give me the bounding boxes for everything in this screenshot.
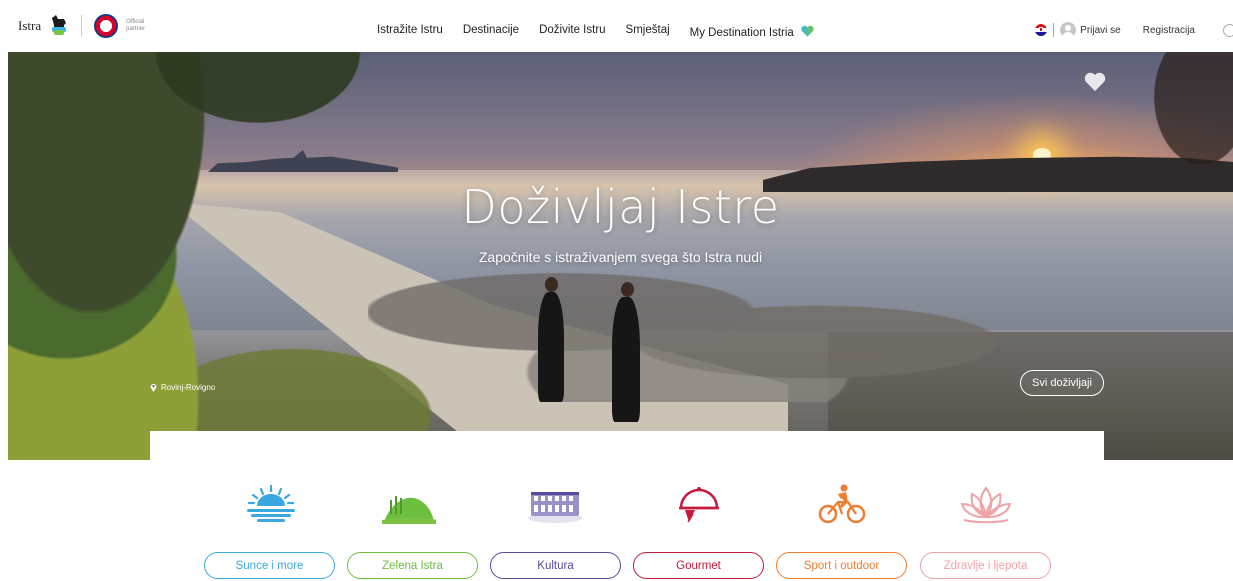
category-button-sunce-i-more[interactable]: Sunce i more (204, 552, 335, 579)
nav-item-label: My Destination Istria (689, 27, 794, 39)
fc-bayern-logo-icon[interactable] (94, 14, 119, 38)
search-icon[interactable] (1223, 23, 1233, 37)
category-button-zelena-istra[interactable]: Zelena Istra (347, 552, 478, 579)
favorite-heart-icon[interactable] (1084, 72, 1106, 92)
category-button-kultura[interactable]: Kultura (490, 552, 621, 579)
nav-item-destinacije[interactable]: Destinacije (463, 24, 519, 39)
lotus-icon[interactable] (958, 484, 1014, 524)
green-heart-icon (801, 25, 814, 37)
hero-trees-top (128, 52, 388, 142)
location-label: Rovinj-Rovigno (161, 383, 216, 392)
nav-item-istrazite-istru[interactable]: Istražite Istru (377, 24, 443, 39)
hero-title: Doživljaj Istre (461, 180, 780, 234)
user-avatar-icon[interactable] (1060, 22, 1077, 38)
sun-sea-icon[interactable] (243, 484, 299, 524)
arena-icon[interactable] (527, 484, 583, 524)
partner-text: Official partner (126, 19, 146, 32)
hero-banner: Doživljaj Istre Započnite s istraživanje… (8, 52, 1233, 460)
login-link[interactable]: Prijavi se (1080, 25, 1121, 36)
main-nav: Istražite Istru Destinacije Doživite Ist… (377, 24, 814, 39)
runner-woman (538, 292, 564, 402)
runner-woman-head (545, 277, 558, 292)
location-tag: Rovinj-Rovigno (150, 383, 215, 392)
brand-logo-area[interactable]: Istra Official partner (18, 14, 152, 38)
category-button-zdravlje-i-ljepota[interactable]: Zdravlje i ljepota (920, 552, 1051, 579)
runner-man-head (621, 282, 634, 297)
istria-goat-logo-icon[interactable] (49, 15, 69, 37)
istra-logo-text[interactable]: Istra (18, 18, 41, 34)
nav-item-smjestaj[interactable]: Smještaj (626, 24, 670, 39)
map-pin-icon (150, 384, 157, 392)
croatian-flag-icon[interactable] (1035, 24, 1048, 36)
category-button-gourmet[interactable]: Gourmet (633, 552, 764, 579)
user-bar: Prijavi se Registracija (1035, 20, 1233, 40)
nav-item-dozivite-istru[interactable]: Doživite Istru (539, 24, 605, 39)
logo-divider (81, 15, 83, 37)
all-experiences-button[interactable]: Svi doživljaji (1020, 370, 1104, 396)
runner-man (612, 297, 640, 422)
nav-item-my-destination-istria[interactable]: My Destination Istria (690, 24, 814, 39)
register-link[interactable]: Registracija (1143, 25, 1195, 36)
green-hill-icon[interactable] (380, 484, 436, 524)
cloche-icon[interactable] (671, 484, 727, 524)
user-bar-divider (1053, 23, 1055, 37)
top-header: Istra Official partner Istražite Istru D… (0, 0, 1233, 52)
hero-subtitle: Započnite s istraživanjem svega što Istr… (478, 249, 763, 265)
cyclist-icon[interactable] (814, 484, 870, 524)
category-button-sport-i-outdoor[interactable]: Sport i outdoor (776, 552, 907, 579)
